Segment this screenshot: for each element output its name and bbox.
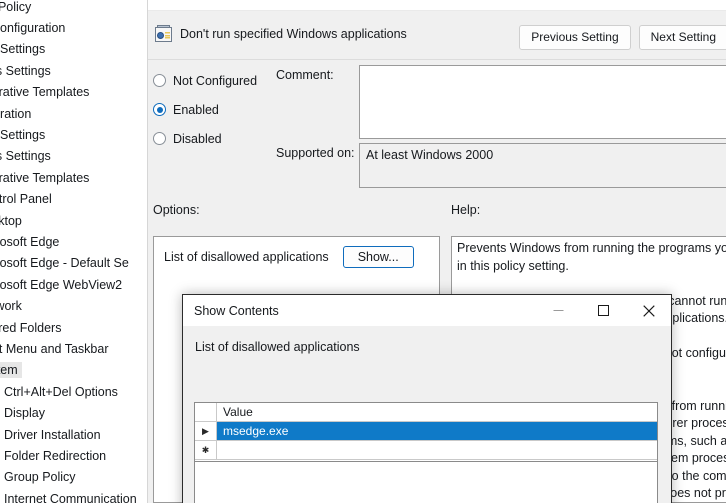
- dialog-caption: List of disallowed applications: [195, 340, 360, 354]
- radio-icon: [153, 103, 166, 116]
- tree-item[interactable]: Network: [0, 295, 148, 316]
- previous-setting-button[interactable]: Previous Setting: [519, 25, 630, 50]
- tree-item[interactable]: onfiguration: [0, 103, 148, 124]
- tree-item[interactable]: Start Menu and Taskbar: [0, 338, 148, 359]
- tree-item[interactable]: Microsoft Edge: [0, 231, 148, 252]
- radio-icon: [153, 74, 166, 87]
- tree-item[interactable]: System: [0, 360, 148, 381]
- tree-item-label: Microsoft Edge - Default Se: [0, 255, 133, 271]
- tree-item[interactable]: Microsoft Edge - Default Se: [0, 253, 148, 274]
- tree-item-label: Start Menu and Taskbar: [0, 341, 112, 357]
- help-label: Help:: [451, 203, 480, 217]
- tree-item-label: puter Policy: [0, 0, 35, 15]
- tree-item[interactable]: ndows Settings: [0, 60, 148, 81]
- setting-nav-buttons: Previous Setting Next Setting: [519, 25, 726, 50]
- tree-item-label: Group Policy: [2, 469, 80, 485]
- state-radio-label: Enabled: [173, 103, 219, 117]
- next-setting-button[interactable]: Next Setting: [639, 25, 726, 50]
- values-grid-empty-area: [194, 462, 658, 503]
- state-radio-enabled[interactable]: Enabled: [153, 95, 313, 124]
- dialog-title: Show Contents: [194, 304, 279, 318]
- show-button[interactable]: Show...: [343, 246, 414, 268]
- tree-item[interactable]: ministrative Templates: [0, 167, 148, 188]
- table-row[interactable]: ✱: [195, 441, 657, 460]
- tree-item-label: Internet Communication: [2, 491, 141, 503]
- show-contents-dialog: Show Contents List of disallowed applica…: [182, 294, 672, 503]
- dialog-titlebar[interactable]: Show Contents: [183, 295, 671, 326]
- tree-item[interactable]: Group Policy: [0, 467, 148, 488]
- tree-item-label: Display: [2, 405, 49, 421]
- supported-on-label: Supported on:: [276, 146, 355, 160]
- radio-icon: [153, 132, 166, 145]
- grid-header-row: Value: [195, 403, 657, 422]
- comment-textarea[interactable]: [359, 65, 726, 139]
- tree-item-label: Ctrl+Alt+Del Options: [2, 384, 122, 400]
- tree-item-label: System: [0, 362, 22, 378]
- tree-item[interactable]: Shared Folders: [0, 317, 148, 338]
- grid-cell-value[interactable]: msedge.exe: [217, 422, 657, 441]
- setting-title-group: Don't run specified Windows applications: [155, 25, 407, 42]
- tree-item-label: tware Settings: [0, 41, 49, 57]
- policy-setting-icon: [155, 25, 172, 42]
- tree-item[interactable]: tware Settings: [0, 124, 148, 145]
- tree-item[interactable]: uter Configuration: [0, 17, 148, 38]
- tree-item[interactable]: Ctrl+Alt+Del Options: [0, 381, 148, 402]
- tree-item-label: Desktop: [0, 213, 26, 229]
- policy-tree-list: puter Policy uter Configuration tware Sett…: [0, 0, 148, 503]
- tree-item-label: uter Configuration: [0, 20, 69, 36]
- tree-item-label: Network: [0, 298, 26, 314]
- dialog-body: List of disallowed applications Value▶ms…: [183, 326, 671, 503]
- values-grid[interactable]: Value▶msedge.exe✱: [194, 402, 658, 462]
- tree-item-label: Folder Redirection: [2, 448, 110, 464]
- tree-item[interactable]: Internet Communication: [0, 488, 148, 503]
- policy-tree-pane[interactable]: puter Policy uter Configuration tware Sett…: [0, 0, 148, 503]
- current-row-marker-icon[interactable]: ▶: [195, 422, 217, 441]
- tree-item-label: Microsoft Edge WebView2: [0, 277, 126, 293]
- supported-on-value: At least Windows 2000: [359, 143, 726, 188]
- grid-cell-value[interactable]: [217, 441, 657, 460]
- tree-item-label: ministrative Templates: [0, 84, 93, 100]
- caption-buttons: [536, 295, 671, 326]
- state-and-comment-area: Not Configured Enabled Disabled Comment: S…: [148, 60, 726, 192]
- tree-item-label: Control Panel: [0, 191, 56, 207]
- grid-corner-cell: [195, 403, 217, 422]
- minimize-icon[interactable]: [536, 295, 581, 326]
- option-row-disallowed-apps: List of disallowed applications Show...: [154, 237, 439, 268]
- tree-item[interactable]: Control Panel: [0, 189, 148, 210]
- close-icon[interactable]: [626, 295, 671, 326]
- tree-item[interactable]: Desktop: [0, 210, 148, 231]
- tree-item-label: tware Settings: [0, 127, 49, 143]
- options-label: Options:: [153, 203, 200, 217]
- tree-item-label: Shared Folders: [0, 320, 65, 336]
- tree-item[interactable]: ministrative Templates: [0, 82, 148, 103]
- tree-item-label: Microsoft Edge: [0, 234, 63, 250]
- tree-item[interactable]: Driver Installation: [0, 424, 148, 445]
- tree-item[interactable]: tware Settings: [0, 39, 148, 60]
- tree-item[interactable]: Folder Redirection: [0, 445, 148, 466]
- page-title: Don't run specified Windows applications: [180, 27, 407, 41]
- tree-item-label: ndows Settings: [0, 63, 55, 79]
- option-label: List of disallowed applications: [164, 250, 329, 264]
- table-row[interactable]: ▶msedge.exe: [195, 422, 657, 441]
- tree-item-label: ministrative Templates: [0, 170, 93, 186]
- maximize-icon[interactable]: [581, 295, 626, 326]
- column-header-value[interactable]: Value: [217, 403, 657, 422]
- tree-item[interactable]: puter Policy: [0, 0, 148, 17]
- tree-item-label: ndows Settings: [0, 148, 55, 164]
- comment-label: Comment:: [276, 68, 334, 82]
- gpedit-window: puter Policy uter Configuration tware Sett…: [0, 0, 726, 503]
- state-radio-label: Disabled: [173, 132, 222, 146]
- tree-item-label: Driver Installation: [2, 427, 105, 443]
- clipped-top-row: [148, 0, 726, 11]
- setting-header: Don't run specified Windows applications…: [148, 11, 726, 60]
- tree-item-label: onfiguration: [0, 106, 35, 122]
- tree-item[interactable]: Display: [0, 402, 148, 423]
- state-radio-label: Not Configured: [173, 74, 257, 88]
- tree-item[interactable]: Microsoft Edge WebView2: [0, 274, 148, 295]
- new-row-marker-icon[interactable]: ✱: [195, 441, 217, 460]
- tree-item[interactable]: ndows Settings: [0, 146, 148, 167]
